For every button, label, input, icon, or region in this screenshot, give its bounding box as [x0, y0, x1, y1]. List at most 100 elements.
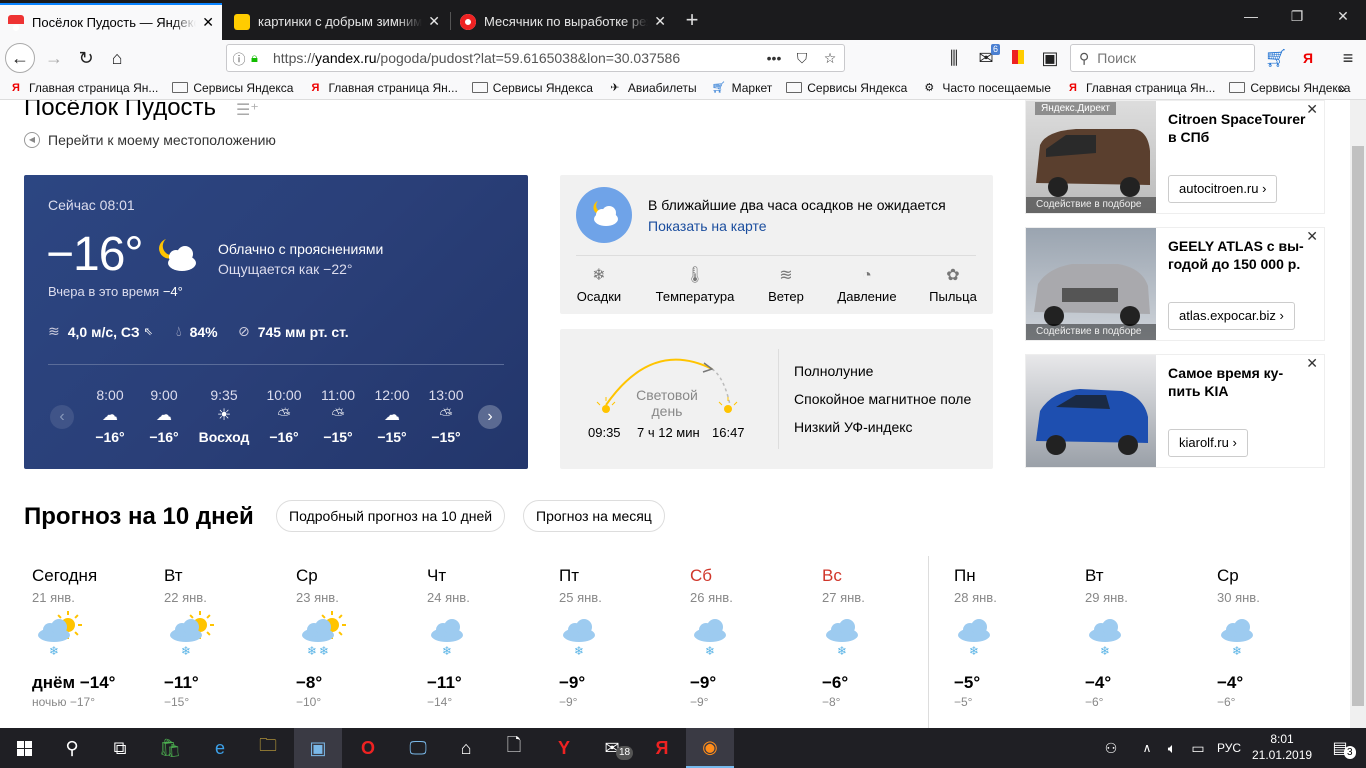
tab-wind[interactable]: ≋ Ветер — [766, 263, 806, 304]
info-icon[interactable]: ⓘ — [227, 49, 251, 68]
tab-weather[interactable]: Посёлок Пудость — Яндекс.Погода ✕ — [0, 3, 222, 40]
document-icon[interactable]: 🗋︎ — [490, 728, 538, 768]
add-favorite-icon[interactable]: ☰⁺ — [236, 100, 259, 120]
window-close-button[interactable]: ✕ — [1320, 0, 1366, 32]
app-icon[interactable]: ▣ — [294, 728, 342, 768]
hourly-next-button[interactable]: › — [478, 405, 502, 429]
forecast-day[interactable]: Пт 25 янв. ❄ −9° −9° — [559, 566, 679, 709]
ad-link-button[interactable]: atlas.expocar.biz › — [1168, 302, 1295, 330]
monitor-icon[interactable]: 🖵︎ — [394, 728, 442, 768]
menu-icon[interactable]: ≡ — [1334, 44, 1362, 72]
tray-up-icon[interactable]: ∧ — [1136, 728, 1158, 768]
search-icon: ⚲ — [1079, 49, 1090, 66]
bookmark-item[interactable]: Я Главная страница Ян... — [307, 81, 457, 95]
notification-center-icon[interactable]: ▤ 3 — [1318, 728, 1362, 768]
task-view-icon[interactable]: ⧉ — [96, 728, 144, 768]
moon-cloud-icon — [159, 239, 196, 271]
yandex-browser-icon[interactable]: Y — [540, 728, 588, 768]
day-icon: ❄ — [559, 609, 679, 667]
home-icon[interactable]: ⌂ — [442, 728, 490, 768]
mail-icon[interactable]: ✉ 6 — [972, 44, 1000, 72]
firefox-icon[interactable]: ◉ — [686, 728, 734, 768]
home-button[interactable]: ⌂ — [103, 44, 131, 72]
yandex-icon[interactable]: Я — [638, 728, 686, 768]
opera-icon[interactable]: O — [344, 728, 392, 768]
hour-value: Восход — [198, 429, 250, 445]
language-indicator[interactable]: РУС — [1212, 728, 1246, 768]
search-box[interactable]: ⚲ Поиск — [1070, 44, 1255, 72]
bookmark-item[interactable]: ⚙ Часто посещаемые — [921, 81, 1051, 95]
ad-link-button[interactable]: autocitroen.ru › — [1168, 175, 1278, 203]
tab-pictures[interactable]: картинки с добрым зимним утром ✕ — [226, 3, 448, 40]
forecast-day[interactable]: Чт 24 янв. ❄ −11° −14° — [427, 566, 547, 709]
forecast-day[interactable]: Пн 28 янв. ❄ −5° −5° — [954, 566, 1074, 709]
forward-button[interactable]: → — [40, 44, 68, 72]
bookmarks-overflow-icon[interactable]: » — [1338, 80, 1346, 96]
ad-kia[interactable]: Самое время ку­пить KIA kiarolf.ru › ✕ — [1025, 354, 1325, 468]
network-icon[interactable]: ▭ — [1186, 728, 1210, 768]
back-button[interactable]: ← — [5, 43, 35, 73]
scrollbar-thumb[interactable] — [1352, 146, 1364, 706]
humidity-value: 84% — [189, 323, 218, 340]
sidebar-icon[interactable]: ▣ — [1036, 44, 1064, 72]
reload-button[interactable]: ↻ — [72, 44, 100, 72]
new-tab-button[interactable]: + — [678, 6, 706, 34]
bookmark-item[interactable]: 🛒︎ Маркет — [711, 81, 773, 95]
ad-citroen[interactable]: Содействие в подборе Citroen SpaceTourer… — [1025, 100, 1325, 214]
bookmark-item[interactable]: Я Главная страница Ян... — [1065, 81, 1215, 95]
forecast-day[interactable]: Ср 30 янв. ❄ −4° −6° — [1217, 566, 1337, 709]
clock[interactable]: 8:01 21.01.2019 — [1252, 731, 1312, 763]
search-icon[interactable]: ⚲ — [48, 728, 96, 768]
mail-icon[interactable]: ✉ 18 — [588, 728, 636, 768]
store-icon[interactable]: 🛍︎ — [146, 728, 194, 768]
month-forecast-button[interactable]: Прогноз на месяц — [523, 500, 665, 532]
close-icon[interactable]: ✕ — [1306, 101, 1318, 118]
bookmark-item[interactable]: ✈ Авиабилеты — [607, 81, 696, 95]
forecast-day[interactable]: Вт 22 янв. ❄ −11° −15° — [164, 566, 284, 709]
ad-geely[interactable]: Содействие в подборе GEELY ATLAS с вы­го… — [1025, 227, 1325, 341]
tab-precipitation[interactable]: ❄ Осадки — [576, 263, 622, 304]
close-icon[interactable]: ✕ — [428, 13, 440, 30]
hour-time: 11:00 — [321, 387, 355, 403]
close-icon[interactable]: ✕ — [654, 13, 666, 30]
bookmark-item[interactable]: Я Главная страница Ян... — [8, 81, 158, 95]
url-bar[interactable]: ⓘ 🔒︎ https://yandex.ru/pogoda/pudost?lat… — [226, 44, 845, 72]
tab-pressure[interactable]: ◔ Давление — [836, 263, 898, 304]
show-on-map-link[interactable]: Показать на карте — [648, 218, 767, 234]
yandex-icon[interactable]: Я — [1294, 44, 1322, 72]
ad-link-button[interactable]: kiarolf.ru › — [1168, 429, 1248, 457]
flag-icon[interactable] — [1004, 44, 1032, 72]
windows-start-icon[interactable] — [0, 728, 48, 768]
hourly-prev-button[interactable]: ‹ — [50, 405, 74, 429]
edge-icon[interactable]: e — [196, 728, 244, 768]
tab-temperature[interactable]: 🌡︎ Температура — [654, 263, 736, 304]
forecast-day[interactable]: Сб 26 янв. ❄ −9° −9° — [690, 566, 810, 709]
forecast-day[interactable]: Ср 23 янв. ❄ ❄ −8° −10° — [296, 566, 416, 709]
forecast-day[interactable]: Вс 27 янв. ❄ −6° −8° — [822, 566, 942, 709]
close-icon[interactable]: ✕ — [1306, 355, 1318, 372]
close-icon[interactable]: ✕ — [202, 14, 214, 31]
tab-pollen[interactable]: ✿ Пыльца — [928, 263, 978, 304]
minimize-button[interactable]: — — [1228, 0, 1274, 32]
bookmark-item[interactable]: Сервисы Яндекса — [1229, 81, 1350, 95]
page-actions-icon[interactable]: ••• — [760, 50, 788, 66]
maximize-button[interactable]: ❐ — [1274, 0, 1320, 32]
bookmark-item[interactable]: Сервисы Яндекса — [471, 81, 593, 95]
volume-icon[interactable]: 🔈︎ — [1160, 728, 1184, 768]
close-icon[interactable]: ✕ — [1306, 228, 1318, 245]
forecast-day[interactable]: Вт 29 янв. ❄ −4° −6° — [1085, 566, 1205, 709]
bookmark-star-icon[interactable]: ☆ — [816, 50, 844, 67]
tab-monthly[interactable]: Месячник по выработке режима ✕ — [452, 3, 674, 40]
forecast-day[interactable]: Сегодня 21 янв. ❄ днём −14° ночью −17° — [32, 566, 152, 709]
detailed-forecast-button[interactable]: Подробный прогноз на 10 дней — [276, 500, 506, 532]
pocket-icon[interactable]: ⛉ — [788, 50, 816, 67]
file-explorer-icon[interactable]: 🗀 — [244, 728, 292, 768]
bookmark-item[interactable]: Сервисы Яндекса — [172, 81, 293, 95]
my-location-link[interactable]: ◀ Перейти к моему местоположению — [24, 132, 276, 148]
library-icon[interactable]: ⫼ — [940, 44, 968, 72]
day-temp: −11° — [427, 673, 462, 692]
bookmark-item[interactable]: Сервисы Яндекса — [786, 81, 907, 95]
cart-icon[interactable]: 🛒︎ — [1262, 44, 1290, 72]
people-icon[interactable]: ⚇ — [1096, 728, 1126, 768]
url-text[interactable]: https://yandex.ru/pogoda/pudost?lat=59.6… — [269, 50, 760, 66]
